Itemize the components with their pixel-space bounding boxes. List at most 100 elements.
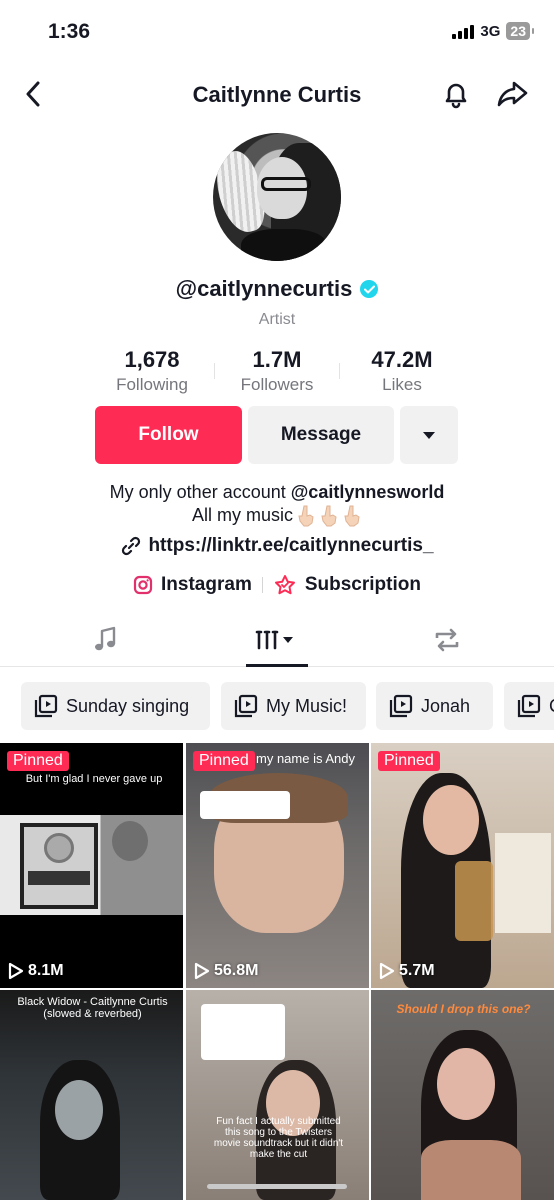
status-time: 1:36 bbox=[48, 20, 91, 43]
playlist-chip[interactable]: My Music! bbox=[221, 682, 366, 730]
profile-stats: 1,678 Following 1.7M Followers 47.2M Lik… bbox=[0, 347, 554, 395]
pinned-badge: Pinned bbox=[378, 751, 440, 771]
caret-down-icon bbox=[423, 431, 435, 439]
playlist-icon bbox=[234, 694, 258, 718]
profile-tabs bbox=[0, 612, 554, 667]
view-count: 56.8M bbox=[194, 962, 258, 980]
play-icon bbox=[8, 962, 24, 980]
view-count-value: 8.1M bbox=[28, 962, 64, 979]
signal-icon bbox=[452, 23, 475, 39]
stat-following[interactable]: 1,678 Following bbox=[90, 347, 214, 395]
home-indicator[interactable] bbox=[207, 1184, 347, 1189]
tab-reposts[interactable] bbox=[392, 612, 502, 667]
pointing-down-hand-icon bbox=[321, 505, 337, 526]
playlist-label: Jonah bbox=[421, 695, 471, 716]
playlist-icon bbox=[34, 694, 58, 718]
video-thumbnail[interactable]: But I'm glad I never gave up Pinned 8.1M bbox=[0, 743, 183, 988]
view-count: 8.1M bbox=[8, 962, 64, 980]
bio-text: All my music bbox=[191, 505, 293, 525]
stat-followers[interactable]: 1.7M Followers bbox=[215, 347, 339, 395]
bio: My only other account @caitlynnesworld A… bbox=[0, 481, 554, 527]
stat-value: 1.7M bbox=[252, 347, 302, 372]
video-caption: Black Widow - Caitlynne Curtis (slowed &… bbox=[17, 996, 168, 1020]
status-indicators: 3G 23 bbox=[452, 22, 534, 40]
bio-line-2: All my music bbox=[0, 504, 554, 527]
playlist-chip[interactable]: C bbox=[504, 682, 554, 730]
view-count-value: 5.7M bbox=[399, 962, 435, 979]
instagram-icon bbox=[133, 575, 153, 595]
thumbnail-image bbox=[0, 815, 183, 915]
instagram-label: Instagram bbox=[161, 574, 252, 595]
avatar-shirt-shape bbox=[241, 229, 327, 261]
playlist-label: My Music! bbox=[266, 695, 347, 716]
pinned-badge: Pinned bbox=[193, 751, 255, 771]
follow-button[interactable]: Follow bbox=[95, 406, 242, 464]
suggested-accounts-button[interactable] bbox=[400, 406, 458, 464]
active-tab-indicator bbox=[246, 664, 308, 667]
stat-value: 1,678 bbox=[124, 347, 180, 372]
stat-value: 47.2M bbox=[371, 347, 433, 372]
battery-icon: 23 bbox=[506, 22, 534, 40]
comment-reply-bubble bbox=[201, 1004, 285, 1060]
playlist-icon bbox=[389, 694, 413, 718]
username: @caitlynnecurtis bbox=[175, 276, 353, 301]
playlist-row: Sunday singing My Music! Jonah C bbox=[21, 682, 554, 730]
stat-label: Following bbox=[116, 375, 188, 394]
verified-badge-icon bbox=[360, 280, 379, 298]
playlist-label: C bbox=[549, 696, 554, 717]
username-row: @caitlynnecurtis bbox=[0, 276, 554, 302]
bio-line-1: My only other account @caitlynnesworld bbox=[0, 481, 554, 504]
award-plaque-shape bbox=[20, 823, 98, 909]
bio-text: My only other account bbox=[109, 482, 291, 502]
stat-label: Followers bbox=[240, 375, 314, 394]
instagram-link[interactable]: Instagram bbox=[133, 574, 252, 596]
thumbnail-sweater-shape bbox=[421, 1140, 521, 1200]
link-text: https://linktr.ee/caitlynnecurtis_ bbox=[148, 535, 434, 556]
pinned-badge: Pinned bbox=[7, 751, 69, 771]
bell-icon bbox=[445, 83, 467, 109]
play-icon bbox=[194, 962, 210, 980]
video-caption: Fun fact I actually submitted this song … bbox=[213, 1116, 344, 1160]
playlist-icon bbox=[517, 694, 541, 718]
view-count-value: 56.8M bbox=[214, 962, 259, 979]
avatar-glasses-shape bbox=[261, 177, 311, 191]
subscription-label: Subscription bbox=[304, 574, 421, 595]
subscription-link[interactable]: Subscription bbox=[273, 574, 421, 596]
stat-likes[interactable]: 47.2M Likes bbox=[340, 347, 464, 395]
music-note-icon bbox=[95, 626, 116, 650]
view-count: 5.7M bbox=[379, 962, 435, 980]
video-thumbnail[interactable]: Should I drop this one? bbox=[371, 990, 554, 1200]
playlist-label: Sunday singing bbox=[66, 695, 190, 716]
iced-coffee-shape bbox=[455, 861, 493, 941]
link-icon bbox=[122, 536, 141, 556]
tab-videos[interactable] bbox=[221, 612, 331, 667]
stat-label: Likes bbox=[382, 375, 422, 394]
playlist-chip[interactable]: Sunday singing bbox=[21, 682, 210, 730]
avatar[interactable] bbox=[213, 133, 341, 261]
bio-mention-link[interactable]: @caitlynnesworld bbox=[291, 482, 445, 502]
subscription-icon bbox=[274, 575, 295, 595]
thumbnail-face-shape bbox=[55, 1080, 103, 1140]
profile-category: Artist bbox=[258, 311, 296, 328]
repost-icon bbox=[435, 628, 459, 651]
video-thumbnail[interactable]: Fun fact I actually submitted this song … bbox=[186, 990, 369, 1200]
video-thumbnail[interactable]: Pinned 5.7M bbox=[371, 743, 554, 988]
tab-music[interactable] bbox=[51, 612, 161, 667]
profile-header: Caitlynne Curtis bbox=[0, 64, 554, 124]
video-thumbnail[interactable]: Black Widow - Caitlynne Curtis (slowed &… bbox=[0, 990, 183, 1200]
share-button[interactable] bbox=[496, 78, 530, 110]
video-grid-icon bbox=[255, 630, 293, 649]
bio-link[interactable]: https://linktr.ee/caitlynnecurtis_ bbox=[0, 535, 554, 557]
playlist-chip[interactable]: Jonah bbox=[376, 682, 493, 730]
status-bar: 1:36 3G 23 bbox=[0, 0, 554, 64]
thumbnail-face-shape bbox=[423, 785, 479, 855]
thumbnail-face-shape bbox=[437, 1048, 495, 1120]
kitchen-cabinet-shape bbox=[495, 833, 551, 933]
video-caption: Should I drop this one? bbox=[396, 1002, 531, 1016]
notification-bell-button[interactable] bbox=[440, 78, 472, 110]
video-thumbnail[interactable]: my name is Andy Pinned 56.8M bbox=[186, 743, 369, 988]
video-caption: my name is Andy bbox=[256, 751, 355, 766]
video-caption: But I'm glad I never gave up bbox=[25, 773, 163, 785]
video-grid: But I'm glad I never gave up Pinned 8.1M… bbox=[0, 743, 554, 1200]
message-button[interactable]: Message bbox=[248, 406, 394, 464]
